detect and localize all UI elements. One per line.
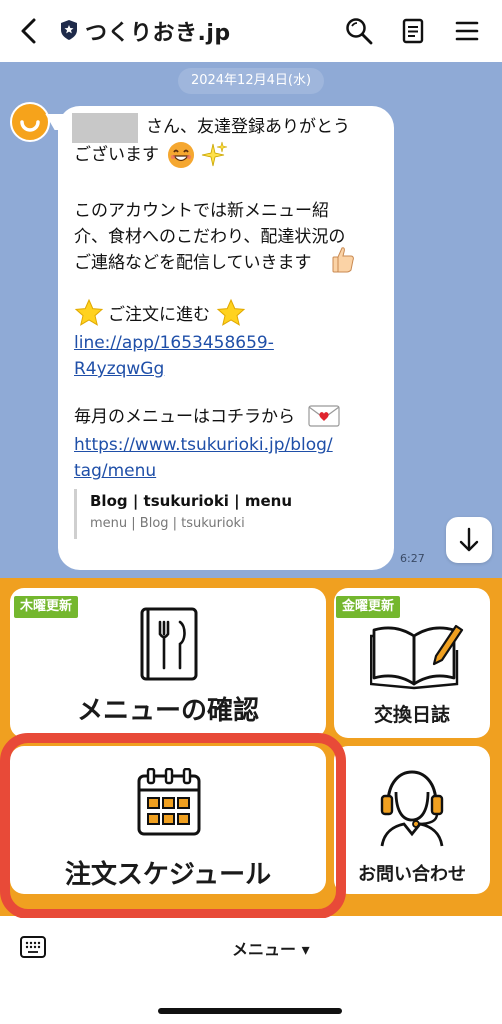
chat-area[interactable]: 2024年12月4日(水) さん、友達登録ありがとう ございます このアカウント… [0, 62, 502, 578]
message-line: 介、食材へのこだわり、配達状況の [74, 227, 346, 247]
star-emoji [216, 298, 246, 326]
headset-icon [380, 770, 444, 847]
message-line: ご連絡などを配信していきます [74, 253, 312, 273]
message-bubble[interactable]: さん、友達登録ありがとう ございます このアカウントでは新メニュー紹 介、食材へ… [45, 106, 394, 570]
contact-label: お問い合わせ [358, 864, 466, 885]
account-title: つくりおき.jp [85, 21, 231, 46]
home-indicator [158, 1008, 342, 1014]
redacted-name [72, 113, 138, 143]
message-time: 6:27 [400, 552, 425, 565]
order-link[interactable]: line://app/1653458659- [74, 330, 274, 356]
contact-button[interactable]: お問い合わせ [334, 746, 490, 894]
message-line: ございます [74, 145, 159, 165]
thumbs-up-emoji [332, 247, 354, 273]
message-line: このアカウントでは新メニュー紹 [74, 201, 329, 221]
back-icon[interactable] [14, 14, 44, 48]
note-icon[interactable] [398, 16, 428, 46]
grin-emoji [168, 142, 194, 168]
exchange-diary-button[interactable]: 金曜更新 交換日誌 [334, 588, 490, 738]
exchange-diary-label: 交換日誌 [373, 704, 450, 726]
date-separator: 2024年12月4日(水) [178, 68, 324, 94]
keyboard-icon[interactable] [20, 936, 46, 958]
scroll-down-button[interactable] [446, 517, 492, 563]
shield-icon [61, 20, 77, 40]
chat-header: つくりおき.jp [0, 0, 502, 62]
hamburger-icon[interactable] [452, 16, 482, 46]
chevron-down-icon [459, 527, 479, 552]
open-book-icon [370, 624, 464, 690]
menu-link[interactable]: tag/menu [74, 458, 156, 484]
menu-confirm-label: メニューの確認 [76, 696, 259, 726]
link-preview-title[interactable]: Blog | tsukurioki | menu [90, 492, 292, 510]
message-line: さん、友達登録ありがとう [146, 117, 350, 137]
message-line: 毎月のメニューはコチラから [74, 407, 295, 427]
menu-link[interactable]: https://www.tsukurioki.jp/blog/ [74, 432, 333, 458]
star-emoji [74, 298, 104, 326]
menu-book-icon [140, 607, 198, 681]
sparkle-emoji [201, 141, 228, 167]
highlight-frame [0, 733, 346, 919]
search-icon[interactable] [344, 16, 374, 46]
rich-menu-toggle[interactable]: メニュー ▾ [232, 936, 310, 960]
bottom-bar: メニュー ▾ [0, 918, 502, 1024]
order-link[interactable]: R4yzqwGg [74, 356, 164, 382]
avatar-icon[interactable] [10, 102, 50, 142]
menu-confirm-button[interactable]: 木曜更新 メニューの確認 [10, 588, 326, 738]
envelope-emoji [308, 405, 340, 427]
order-label: ご注文に進む [108, 305, 210, 325]
update-tag: 木曜更新 [14, 596, 79, 618]
link-preview-subtitle: menu | Blog | tsukurioki [90, 516, 245, 531]
update-tag: 金曜更新 [336, 596, 401, 618]
